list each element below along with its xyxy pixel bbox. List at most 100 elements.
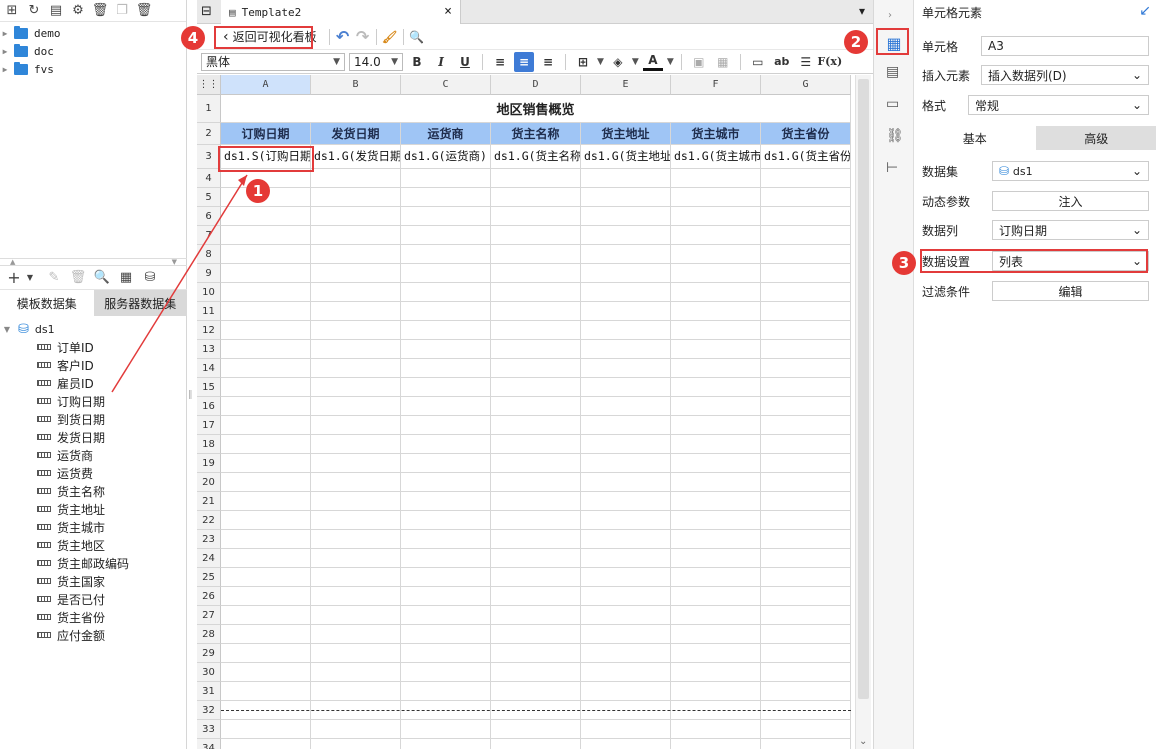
font-family-select[interactable]: 黑体 ▼	[201, 52, 345, 71]
empty-cell[interactable]	[401, 245, 491, 264]
empty-cell[interactable]	[761, 435, 851, 454]
empty-cell[interactable]	[221, 511, 311, 530]
empty-cell[interactable]	[491, 169, 581, 188]
empty-cell[interactable]	[671, 169, 761, 188]
expand-icon[interactable]: ▶	[0, 47, 10, 56]
field-item[interactable]: 订单ID	[0, 338, 187, 356]
empty-cell[interactable]	[761, 340, 851, 359]
empty-cell[interactable]	[311, 302, 401, 321]
empty-cell[interactable]	[581, 226, 671, 245]
empty-cell[interactable]	[221, 682, 311, 701]
empty-cell[interactable]	[671, 606, 761, 625]
empty-cell[interactable]	[761, 682, 851, 701]
empty-cell[interactable]	[491, 625, 581, 644]
expand-icon[interactable]: ▶	[0, 29, 10, 38]
empty-cell[interactable]	[491, 283, 581, 302]
add-icon[interactable]: +	[6, 268, 22, 287]
row-header[interactable]: 34	[197, 739, 221, 749]
field-item[interactable]: 货主地区	[0, 536, 187, 554]
empty-cell[interactable]	[311, 587, 401, 606]
widget-icon[interactable]: ▭	[886, 96, 899, 112]
empty-cell[interactable]	[761, 739, 851, 749]
scroll-thumb[interactable]	[858, 79, 869, 699]
empty-cell[interactable]	[311, 644, 401, 663]
empty-cell[interactable]	[311, 511, 401, 530]
empty-cell[interactable]	[581, 435, 671, 454]
row-header[interactable]: 13	[197, 340, 221, 359]
spreadsheet-grid[interactable]: ⋮⋮ ABCDEFG 1 2 3 4 5 6 7 8 9 10 11 12 13 14 15 16 17 18 19…	[197, 75, 853, 749]
empty-cell[interactable]	[581, 264, 671, 283]
empty-cell[interactable]	[581, 739, 671, 749]
empty-cell[interactable]	[311, 435, 401, 454]
dataset-ds1[interactable]: ▼ ⛁ ds1	[0, 320, 187, 338]
database-icon[interactable]: ⛁	[142, 270, 158, 286]
refresh-icon[interactable]: ↻	[26, 3, 42, 19]
empty-cell[interactable]	[491, 511, 581, 530]
row-header[interactable]: 28	[197, 625, 221, 644]
empty-cell[interactable]	[581, 340, 671, 359]
column-header-e[interactable]: E	[581, 75, 671, 95]
row-header[interactable]: 15	[197, 378, 221, 397]
empty-cell[interactable]	[311, 378, 401, 397]
empty-cell[interactable]	[761, 416, 851, 435]
header-cell[interactable]: 货主地址	[581, 123, 671, 145]
collapse-down-icon[interactable]: ▼	[172, 259, 177, 266]
empty-cell[interactable]	[221, 283, 311, 302]
empty-cell[interactable]	[761, 321, 851, 340]
field-item[interactable]: 货主邮政编码	[0, 554, 187, 572]
tab-advanced[interactable]: 高级	[1035, 126, 1156, 150]
field-item[interactable]: 发货日期	[0, 428, 187, 446]
empty-cell[interactable]	[581, 625, 671, 644]
empty-cell[interactable]	[761, 530, 851, 549]
new-file-icon[interactable]: ⊞	[4, 3, 20, 19]
header-cell[interactable]: 订购日期	[221, 123, 311, 145]
header-cell[interactable]: 货主城市	[671, 123, 761, 145]
data-cell[interactable]: ds1.G(货主名称)	[491, 145, 581, 169]
template-list-icon[interactable]: ⊟	[201, 4, 212, 19]
empty-cell[interactable]	[581, 663, 671, 682]
empty-cell[interactable]	[761, 644, 851, 663]
field-item[interactable]: 应付金额	[0, 626, 187, 644]
empty-cell[interactable]	[311, 663, 401, 682]
empty-cell[interactable]	[311, 226, 401, 245]
empty-cell[interactable]	[221, 264, 311, 283]
empty-cell[interactable]	[671, 226, 761, 245]
row-header[interactable]: 30	[197, 663, 221, 682]
chevron-down-icon[interactable]: ▼	[22, 270, 38, 286]
empty-cell[interactable]	[401, 473, 491, 492]
data-cell[interactable]: ds1.G(运货商)	[401, 145, 491, 169]
tab-basic[interactable]: 基本	[914, 126, 1036, 150]
empty-cell[interactable]	[761, 264, 851, 283]
empty-cell[interactable]	[221, 530, 311, 549]
empty-cell[interactable]	[491, 606, 581, 625]
empty-cell[interactable]	[671, 644, 761, 663]
empty-cell[interactable]	[491, 226, 581, 245]
empty-cell[interactable]	[401, 625, 491, 644]
expand-icon[interactable]: ▶	[0, 65, 10, 74]
empty-cell[interactable]	[671, 188, 761, 207]
empty-cell[interactable]	[401, 530, 491, 549]
empty-cell[interactable]	[671, 739, 761, 749]
row-header[interactable]: 19	[197, 454, 221, 473]
empty-cell[interactable]	[671, 321, 761, 340]
data-cell[interactable]: ds1.G(货主省份)	[761, 145, 851, 169]
empty-cell[interactable]	[401, 606, 491, 625]
row-header[interactable]: 17	[197, 416, 221, 435]
empty-cell[interactable]	[491, 321, 581, 340]
format-painter-icon[interactable]: 🖌	[380, 27, 400, 47]
empty-cell[interactable]	[671, 530, 761, 549]
empty-cell[interactable]	[491, 587, 581, 606]
empty-cell[interactable]	[221, 625, 311, 644]
empty-cell[interactable]	[311, 530, 401, 549]
field-item[interactable]: 雇员ID	[0, 374, 187, 392]
empty-cell[interactable]	[581, 359, 671, 378]
row-header[interactable]: 12	[197, 321, 221, 340]
empty-cell[interactable]	[401, 359, 491, 378]
field-item[interactable]: 货主名称	[0, 482, 187, 500]
empty-cell[interactable]	[401, 169, 491, 188]
header-cell[interactable]: 货主省份	[761, 123, 851, 145]
empty-cell[interactable]	[401, 302, 491, 321]
empty-cell[interactable]	[491, 549, 581, 568]
empty-cell[interactable]	[581, 188, 671, 207]
empty-cell[interactable]	[221, 359, 311, 378]
